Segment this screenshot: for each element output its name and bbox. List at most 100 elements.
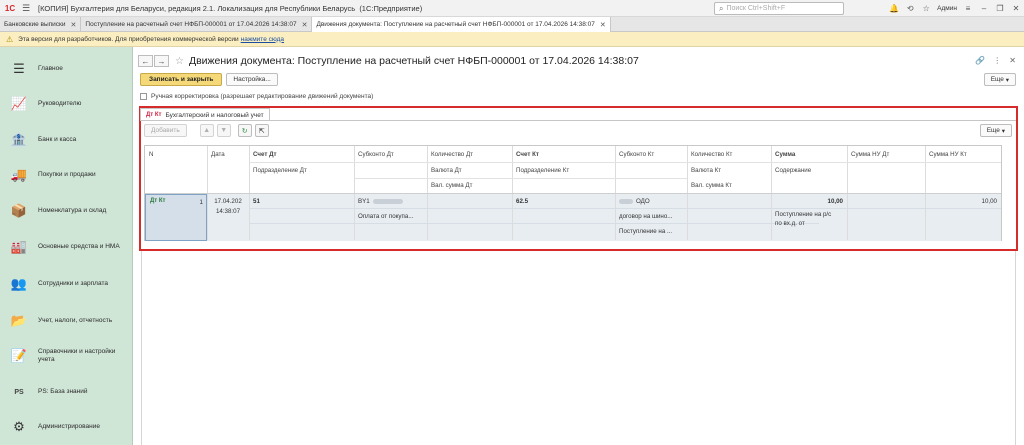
export-icon[interactable]: ⇱ <box>254 124 269 137</box>
tab-document-movements[interactable]: Движения документа: Поступление на расче… <box>312 17 611 32</box>
notebook-icon: 📝 <box>10 348 28 363</box>
cell-acc-dt[interactable]: 51 <box>249 194 354 208</box>
col-header-date[interactable]: Дата <box>207 146 249 162</box>
movements-table: N Дата Счет Дт Подразделение Дт Субконто… <box>144 145 1002 241</box>
col-header-acc-kt[interactable]: Счет Кт <box>512 146 615 162</box>
minimize-icon[interactable]: – <box>976 0 992 17</box>
add-button[interactable]: Добавить <box>144 124 187 137</box>
col-header-qty-dt[interactable]: Количество Дт <box>427 146 512 162</box>
sidebar-item-staff[interactable]: 👥 Сотрудники и зарплата <box>0 266 133 302</box>
sidebar-item-administration[interactable]: ⚙ Администрирование <box>0 409 133 445</box>
warning-icon: ⚠ <box>6 34 14 44</box>
cell-time[interactable]: 14:38:07 <box>207 205 249 217</box>
col-header-dept-dt[interactable]: Подразделение Дт <box>249 162 354 178</box>
cell-sub-kt-3[interactable]: Поступление на ... <box>615 224 687 238</box>
col-header-cur-dt[interactable]: Валюта Дт <box>427 162 512 178</box>
chevron-down-icon: ▾ <box>1005 76 1009 84</box>
truck-icon: 🚚 <box>10 167 28 182</box>
col-header-sum-nu-dt[interactable]: Сумма НУ Дт <box>847 146 925 162</box>
chevron-down-icon: ▾ <box>1001 127 1005 135</box>
bank-icon: 🏦 <box>10 132 28 147</box>
app-logo: 1С <box>4 3 16 13</box>
form-actions: 🔗 ⋮ ✕ <box>975 56 1016 65</box>
favorites-icon[interactable]: ☆ <box>918 0 934 17</box>
notifications-icon[interactable]: 🔔 <box>886 0 902 17</box>
developer-notice: ⚠ Эта версия для разработчиков. Для прио… <box>0 32 1024 47</box>
cell-sub-dt-1[interactable]: BY1 <box>354 194 427 208</box>
settings-button[interactable]: Настройка... <box>226 73 278 86</box>
empty-content-area <box>141 251 1016 445</box>
link-icon[interactable]: 🔗 <box>975 56 985 65</box>
cell-content-2[interactable]: по вх.д. от <box>771 218 847 229</box>
grid-more-button[interactable]: Еще ▾ <box>979 124 1012 137</box>
cell-acc-kt[interactable]: 62.5 <box>512 194 615 208</box>
col-header-cur-sum-kt[interactable]: Вал. сумма Кт <box>687 178 771 193</box>
main-area: ← → ☆ Движения документа: Поступление на… <box>134 47 1024 445</box>
close-window-icon[interactable]: ✕ <box>1008 0 1024 17</box>
cell-sub-kt-2[interactable]: договор на шино... <box>615 209 687 223</box>
move-up-icon[interactable]: ▲ <box>199 124 214 137</box>
close-tab-icon[interactable]: ✕ <box>71 21 77 29</box>
col-header-sum-nu-kt[interactable]: Сумма НУ Кт <box>925 146 1001 162</box>
more-actions-icon[interactable]: ⋮ <box>993 56 1001 65</box>
sidebar-item-knowledge-base[interactable]: PS PS: База знаний <box>0 374 133 410</box>
sidebar-item-bank[interactable]: 🏦 Банк и касса <box>0 122 133 158</box>
manual-correction-row: Ручная корректировка (разрешает редактир… <box>140 93 373 100</box>
tab-bank-statements[interactable]: Банковские выписки ✕ <box>0 17 82 32</box>
back-button[interactable]: ← <box>138 55 153 67</box>
sections-sidebar: ☰ Главное 📈 Руководителю 🏦 Банк и касса … <box>0 47 133 445</box>
col-header-cur-kt[interactable]: Валюта Кт <box>687 162 771 178</box>
close-form-icon[interactable]: ✕ <box>1009 56 1016 65</box>
history-icon[interactable]: ⟲ <box>902 0 918 17</box>
favorite-star-icon[interactable]: ☆ <box>175 56 184 67</box>
tab-receipt-document[interactable]: Поступление на расчетный счет НФБП-00000… <box>81 17 313 32</box>
cell-n[interactable]: 1 <box>145 195 207 209</box>
menu-icon[interactable]: ☰ <box>20 0 32 17</box>
form-header: ← → ☆ Движения документа: Поступление на… <box>138 55 639 67</box>
global-search-input[interactable]: ⌕ Поиск Ctrl+Shift+F <box>714 2 844 15</box>
cell-sub-kt-1[interactable]: ОДО <box>615 194 687 208</box>
col-header-sum[interactable]: Сумма <box>771 146 847 162</box>
sidebar-item-purchases-sales[interactable]: 🚚 Покупки и продажи <box>0 157 133 193</box>
page-title: Движения документа: Поступление на расче… <box>188 55 639 67</box>
redacted-block <box>372 198 403 204</box>
app-title: [КОПИЯ] Бухгалтерия для Беларуси, редакц… <box>38 3 423 13</box>
col-header-sub-dt[interactable]: Субконто Дт <box>354 146 427 162</box>
box-icon: 📦 <box>10 203 28 218</box>
user-name[interactable]: Админ <box>934 5 960 12</box>
search-icon: ⌕ <box>719 3 724 13</box>
refresh-icon[interactable]: ↻ <box>237 124 252 137</box>
tab-divider <box>141 120 1016 121</box>
col-header-dept-kt[interactable]: Подразделение Кт <box>512 162 615 178</box>
forward-button[interactable]: → <box>154 55 169 67</box>
sidebar-item-main[interactable]: ☰ Главное <box>0 51 133 87</box>
sidebar-item-taxes-reports[interactable]: 📂 Учет, налоги, отчетность <box>0 303 133 339</box>
dt-kt-icon: Дт Кт <box>146 112 162 118</box>
sidebar-item-warehouse[interactable]: 📦 Номенклатура и склад <box>0 193 133 229</box>
save-close-button[interactable]: Записать и закрыть <box>140 73 223 86</box>
settings-menu-icon[interactable]: ≡ <box>960 0 976 17</box>
close-tab-icon[interactable]: ✕ <box>600 21 606 29</box>
col-header-sub-kt[interactable]: Субконто Кт <box>615 146 687 162</box>
move-down-icon[interactable]: ▼ <box>216 124 231 137</box>
more-button[interactable]: Еще ▾ <box>983 73 1016 86</box>
col-header-n[interactable]: N <box>145 146 207 162</box>
manual-correction-checkbox[interactable] <box>140 93 147 100</box>
sidebar-item-manager[interactable]: 📈 Руководителю <box>0 86 133 122</box>
col-header-content[interactable]: Содержание <box>771 162 847 178</box>
col-header-cur-sum-dt[interactable]: Вал. сумма Дт <box>427 178 512 193</box>
titlebar-actions: 🔔 ⟲ ☆ Админ ≡ – ❐ ✕ <box>886 0 1024 17</box>
close-tab-icon[interactable]: ✕ <box>302 21 308 29</box>
cell-sub-dt-2[interactable]: Оплата от покупа... <box>354 209 427 223</box>
open-tabs-bar: Банковские выписки ✕ Поступление на расч… <box>0 17 1024 32</box>
factory-icon: 🏭 <box>10 239 28 254</box>
sidebar-item-catalogs[interactable]: 📝 Справочники и настройки учета <box>0 338 133 374</box>
ps-icon: PS <box>14 388 24 396</box>
sidebar-item-fixed-assets[interactable]: 🏭 Основные средства и НМА <box>0 229 133 265</box>
col-header-qty-kt[interactable]: Количество Кт <box>687 146 771 162</box>
cell-sum-nu-kt[interactable]: 10,00 <box>925 194 1001 208</box>
col-header-acc-dt[interactable]: Счет Дт <box>249 146 354 162</box>
buy-link[interactable]: нажмите сюда <box>241 36 284 43</box>
cell-sum[interactable]: 10,00 <box>771 194 847 208</box>
restore-icon[interactable]: ❐ <box>992 0 1008 17</box>
